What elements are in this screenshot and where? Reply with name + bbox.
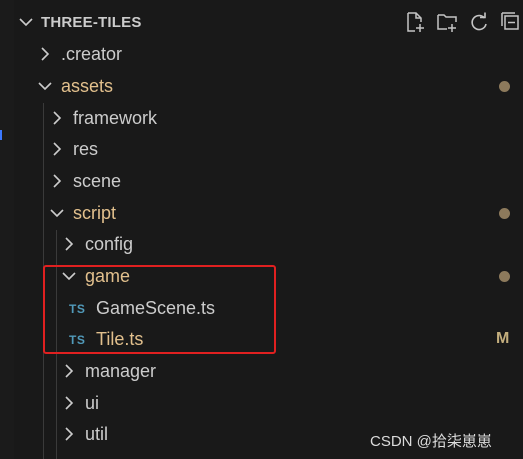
folder-label: config [85, 234, 134, 254]
explorer-actions [403, 10, 523, 34]
chevron-right-icon [41, 47, 50, 61]
collapse-all-icon[interactable] [499, 10, 523, 34]
explorer-header[interactable]: THREE-TILES [0, 6, 523, 38]
tree-item-res[interactable]: res [0, 133, 523, 165]
new-folder-icon[interactable] [435, 10, 459, 34]
tree-item-ui[interactable]: ui [0, 387, 523, 419]
tree-item-scene[interactable]: scene [0, 165, 523, 197]
tree-item-script[interactable]: script [0, 197, 523, 229]
workspace-title: THREE-TILES [41, 14, 142, 31]
tree-item-config[interactable]: config [0, 228, 523, 260]
chevron-right-icon [53, 174, 62, 188]
tree-item-framework[interactable]: framework [0, 102, 523, 134]
git-modified-badge: M [496, 330, 510, 347]
tree-item-assets[interactable]: assets [0, 70, 523, 102]
folder-label: res [73, 139, 99, 159]
folder-label: scene [73, 171, 122, 191]
modified-dot [499, 208, 510, 219]
folder-label: assets [61, 76, 114, 96]
tree-item-manager[interactable]: manager [0, 355, 523, 387]
chevron-down-icon[interactable] [18, 14, 34, 30]
chevron-down-icon [38, 82, 52, 91]
csdn-watermark: CSDN @拾柒崽崽 [370, 433, 492, 450]
highlight-box [43, 265, 276, 354]
chevron-right-icon [53, 111, 62, 125]
chevron-right-icon [65, 364, 74, 378]
chevron-down-icon [50, 209, 64, 218]
chevron-right-icon [53, 142, 62, 156]
folder-label: framework [73, 108, 158, 128]
folder-label: .creator [61, 44, 123, 64]
explorer-panel: THREE-TILES .creator assets framework re… [0, 0, 523, 459]
folder-label: manager [85, 361, 157, 381]
modified-dot [499, 81, 510, 92]
modified-dot [499, 271, 510, 282]
new-file-icon[interactable] [403, 10, 427, 34]
refresh-icon[interactable] [467, 10, 491, 34]
folder-label: script [73, 203, 117, 223]
folder-label: util [85, 424, 109, 444]
chevron-right-icon [65, 237, 74, 251]
chevron-right-icon [65, 427, 74, 441]
chevron-right-icon [65, 396, 74, 410]
folder-label: ui [85, 393, 100, 413]
tree-item-creator[interactable]: .creator [0, 38, 523, 70]
